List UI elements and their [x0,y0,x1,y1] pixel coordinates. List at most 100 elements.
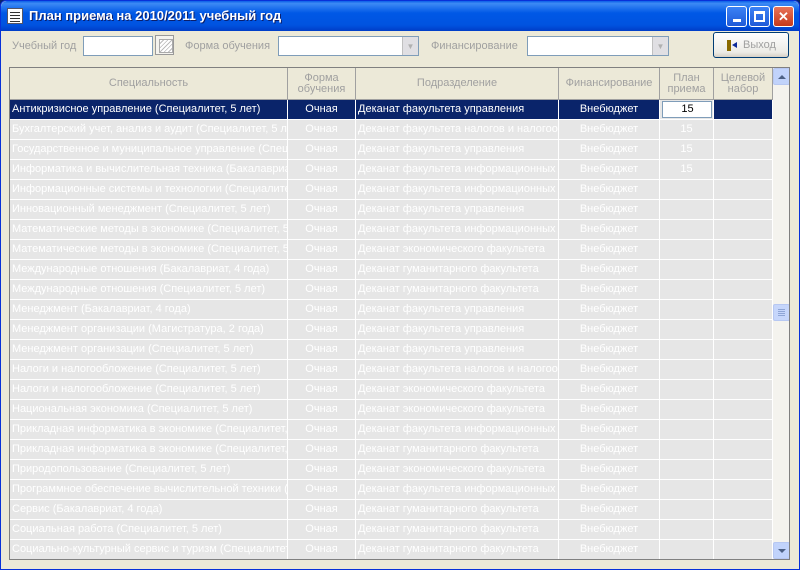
cell-form[interactable]: Очная [288,540,356,559]
cell-form[interactable]: Очная [288,460,356,480]
cell-target[interactable] [714,400,773,420]
table-row[interactable]: Менеджмент организации (Магистратура, 2 … [10,320,773,340]
title-bar[interactable]: План приема на 2010/2011 учебный год ✕ [1,1,799,31]
cell-financing[interactable]: Внебюджет [559,240,660,260]
cell-department[interactable]: Деканат гуманитарного факультета [356,280,559,300]
cell-financing[interactable]: Внебюджет [559,380,660,400]
cell-department[interactable]: Деканат факультета налогов и налогооблож… [356,360,559,380]
cell-form[interactable]: Очная [288,340,356,360]
cell-department[interactable]: Деканат гуманитарного факультета [356,440,559,460]
cell-specialty[interactable]: Сервис (Бакалавриат, 4 года) [10,500,288,520]
cell-target[interactable] [714,220,773,240]
table-row[interactable]: Менеджмент (Бакалавриат, 4 года) Очная Дек… [10,300,773,320]
cell-target[interactable] [714,360,773,380]
cell-target[interactable] [714,480,773,500]
vertical-scrollbar[interactable] [773,68,789,559]
cell-target[interactable] [714,180,773,200]
cell-financing[interactable]: Внебюджет [559,300,660,320]
cell-department[interactable]: Деканат гуманитарного факультета [356,540,559,559]
table-row[interactable]: Международные отношения (Бакалавриат, 4 … [10,260,773,280]
cell-target[interactable] [714,440,773,460]
cell-form[interactable]: Очная [288,260,356,280]
cell-department[interactable]: Деканат экономического факультета [356,400,559,420]
cell-form[interactable]: Очная [288,280,356,300]
cell-financing[interactable]: Внебюджет [559,340,660,360]
cell-target[interactable] [714,260,773,280]
table-row[interactable]: Социальная работа (Специалитет, 5 лет) Оч… [10,520,773,540]
cell-plan[interactable] [660,540,714,559]
cell-form[interactable]: Очная [288,300,356,320]
maximize-button[interactable] [749,6,770,27]
cell-department[interactable]: Деканат гуманитарного факультета [356,260,559,280]
cell-specialty[interactable]: Математические методы в экономике (Специ… [10,220,288,240]
table-row[interactable]: Менеджмент организации (Специалитет, 5 л… [10,340,773,360]
table-row[interactable]: Государственное и муниципальное управлен… [10,140,773,160]
cell-form[interactable]: Очная [288,240,356,260]
cell-department[interactable]: Деканат факультета налогов и налогооблож… [356,120,559,140]
cell-financing[interactable]: Внебюджет [559,100,660,120]
cell-department[interactable]: Деканат факультета управления [356,300,559,320]
cell-department[interactable]: Деканат факультета информационных технол… [356,160,559,180]
table-row[interactable]: Антикризисное управление (Специалитет, 5… [10,100,773,120]
cell-form[interactable]: Очная [288,360,356,380]
cell-plan[interactable] [660,420,714,440]
table-row[interactable]: Международные отношения (Специалитет, 5 … [10,280,773,300]
cell-department[interactable]: Деканат факультета информационных технол… [356,480,559,500]
cell-plan[interactable] [660,180,714,200]
cell-form[interactable]: Очная [288,500,356,520]
cell-form[interactable]: Очная [288,220,356,240]
cell-form[interactable]: Очная [288,140,356,160]
cell-form[interactable]: Очная [288,320,356,340]
cell-plan[interactable] [660,240,714,260]
cell-financing[interactable]: Внебюджет [559,220,660,240]
exit-button[interactable]: Выход [713,32,789,58]
cell-form[interactable]: Очная [288,180,356,200]
cell-department[interactable]: Деканат экономического факультета [356,460,559,480]
cell-target[interactable] [714,340,773,360]
table-row[interactable]: Бухгалтерский учет, анализ и аудит (Спец… [10,120,773,140]
cell-specialty[interactable]: Социально-культурный сервис и туризм (Сп… [10,540,288,559]
column-header-form[interactable]: Форма обучения [288,68,356,100]
cell-financing[interactable]: Внебюджет [559,140,660,160]
cell-target[interactable] [714,160,773,180]
cell-financing[interactable]: Внебюджет [559,480,660,500]
cell-plan[interactable]: 15 [660,120,714,140]
financing-select[interactable]: ▼ [527,36,669,56]
year-input[interactable] [83,36,153,56]
scroll-up-button[interactable] [773,68,789,85]
cell-plan[interactable] [660,360,714,380]
cell-specialty[interactable]: Программное обеспечение вычислительной т… [10,480,288,500]
cell-plan[interactable] [660,460,714,480]
cell-plan[interactable]: 15 [660,140,714,160]
cell-target[interactable] [714,460,773,480]
cell-specialty[interactable]: Природопользование (Специалитет, 5 лет) [10,460,288,480]
cell-plan[interactable] [660,380,714,400]
cell-plan[interactable] [660,520,714,540]
cell-form[interactable]: Очная [288,440,356,460]
chevron-down-icon[interactable]: ▼ [402,37,418,55]
form-select[interactable]: ▼ [278,36,419,56]
cell-specialty[interactable]: Прикладная информатика в экономике (Спец… [10,440,288,460]
cell-financing[interactable]: Внебюджет [559,120,660,140]
table-row[interactable]: Математические методы в экономике (Специ… [10,220,773,240]
cell-specialty[interactable]: Прикладная информатика в экономике (Спец… [10,420,288,440]
cell-plan[interactable] [660,260,714,280]
app-icon[interactable] [7,8,23,24]
table-row[interactable]: Прикладная информатика в экономике (Спец… [10,420,773,440]
cell-department[interactable]: Деканат гуманитарного факультета [356,520,559,540]
cell-department[interactable]: Деканат факультета управления [356,320,559,340]
cell-form[interactable]: Очная [288,100,356,120]
cell-financing[interactable]: Внебюджет [559,400,660,420]
cell-specialty[interactable]: Международные отношения (Бакалавриат, 4 … [10,260,288,280]
cell-plan[interactable] [660,220,714,240]
table-row[interactable]: Программное обеспечение вычислительной т… [10,480,773,500]
cell-plan[interactable] [660,300,714,320]
cell-specialty[interactable]: Международные отношения (Специалитет, 5 … [10,280,288,300]
cell-specialty[interactable]: Бухгалтерский учет, анализ и аудит (Спец… [10,120,288,140]
scroll-down-button[interactable] [773,542,789,559]
table-row[interactable]: Сервис (Бакалавриат, 4 года) Очная Деканат… [10,500,773,520]
cell-target[interactable] [714,140,773,160]
cell-department[interactable]: Деканат факультета управления [356,200,559,220]
plan-edit-input[interactable]: 15 [662,101,712,118]
cell-department[interactable]: Деканат факультета управления [356,340,559,360]
